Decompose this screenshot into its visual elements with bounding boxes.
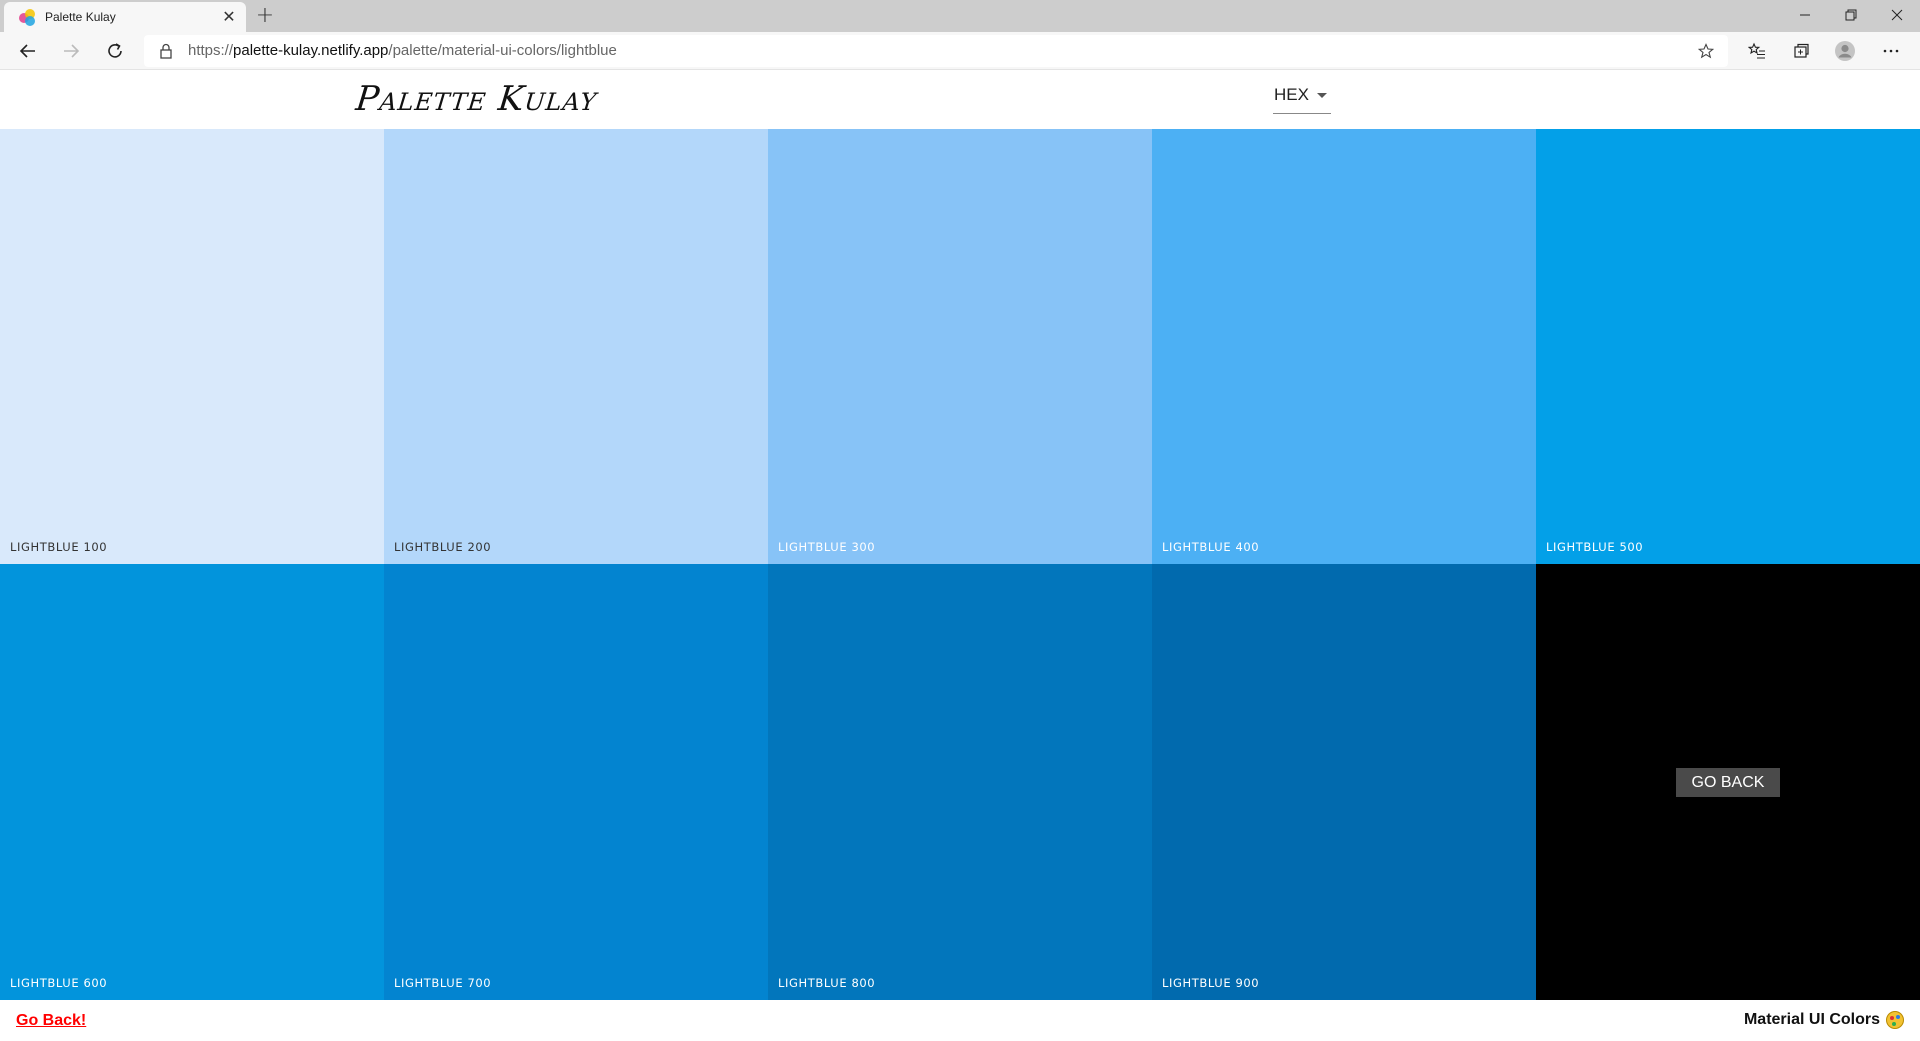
- swatch-name: lightblue 300: [778, 540, 876, 554]
- favorite-star-icon[interactable]: [1697, 43, 1715, 59]
- swatch-name: lightblue 500: [1546, 540, 1644, 554]
- swatch-name: lightblue 100: [10, 540, 108, 554]
- palette-emoji-icon: [1886, 1011, 1904, 1029]
- swatch-name: lightblue 900: [1162, 976, 1260, 990]
- swatch-name: lightblue 200: [394, 540, 492, 554]
- caret-down-icon: [1316, 93, 1327, 98]
- address-bar[interactable]: https://palette-kulay.netlify.app/palett…: [144, 35, 1728, 67]
- favorites-icon[interactable]: [1742, 36, 1772, 66]
- swatch-name: lightblue 700: [394, 976, 492, 990]
- tab-title: Palette Kulay: [45, 10, 116, 24]
- swatch-name: lightblue 800: [778, 976, 876, 990]
- color-swatch[interactable]: lightblue 600: [0, 564, 384, 1000]
- palette-title-text: Material UI Colors: [1743, 1011, 1880, 1028]
- profile-avatar-icon[interactable]: [1830, 36, 1860, 66]
- color-format-select[interactable]: HEX: [1273, 85, 1331, 114]
- color-swatch[interactable]: lightblue 400: [1152, 129, 1536, 564]
- browser-tab[interactable]: Palette Kulay ✕: [4, 2, 246, 32]
- palette-title: Material UI Colors: [1744, 1011, 1904, 1029]
- color-swatch[interactable]: lightblue 300: [768, 129, 1152, 564]
- app-navbar: Palette Kulay HEX: [0, 71, 1920, 129]
- refresh-icon[interactable]: [100, 36, 130, 66]
- color-swatch[interactable]: lightblue 900: [1152, 564, 1536, 1000]
- palette-footer: Go Back! Material UI Colors: [0, 1000, 1920, 1041]
- restore-icon[interactable]: [1828, 0, 1874, 30]
- go-back-box: Go Back: [1536, 564, 1920, 1000]
- format-select-value: HEX: [1274, 85, 1309, 104]
- lock-icon[interactable]: [158, 43, 174, 59]
- color-swatch[interactable]: lightblue 100: [0, 129, 384, 564]
- swatch-name: lightblue 600: [10, 976, 108, 990]
- minimize-icon[interactable]: [1782, 0, 1828, 30]
- window-controls: [1782, 0, 1920, 30]
- url-path: /palette/material-ui-colors/lightblue: [388, 42, 617, 59]
- app-logo[interactable]: Palette Kulay: [354, 79, 599, 119]
- color-swatch[interactable]: lightblue 500: [1536, 129, 1920, 564]
- color-swatch[interactable]: lightblue 800: [768, 564, 1152, 1000]
- more-options-icon[interactable]: [1876, 36, 1906, 66]
- close-window-icon[interactable]: [1874, 0, 1920, 30]
- browser-tabstrip: Palette Kulay ✕ +: [0, 0, 1920, 32]
- go-back-link[interactable]: Go Back!: [16, 1012, 86, 1030]
- forward-arrow-icon[interactable]: [56, 36, 86, 66]
- new-tab-icon[interactable]: +: [252, 3, 278, 29]
- go-back-button[interactable]: Go Back: [1675, 767, 1781, 797]
- color-swatch[interactable]: lightblue 200: [384, 129, 768, 564]
- url-text[interactable]: https://palette-kulay.netlify.app/palett…: [188, 35, 617, 67]
- collections-icon[interactable]: [1786, 36, 1816, 66]
- url-scheme: https://: [188, 42, 234, 59]
- palette-grid: lightblue 100 lightblue 200 lightblue 30…: [0, 129, 1920, 1000]
- url-host: palette-kulay.netlify.app: [233, 42, 389, 59]
- color-swatch[interactable]: lightblue 700: [384, 564, 768, 1000]
- back-arrow-icon[interactable]: [13, 36, 43, 66]
- browser-toolbar: https://palette-kulay.netlify.app/palett…: [0, 32, 1920, 70]
- palette-favicon-icon: [19, 8, 36, 26]
- swatch-name: lightblue 400: [1162, 540, 1260, 554]
- tab-close-icon[interactable]: ✕: [220, 8, 238, 26]
